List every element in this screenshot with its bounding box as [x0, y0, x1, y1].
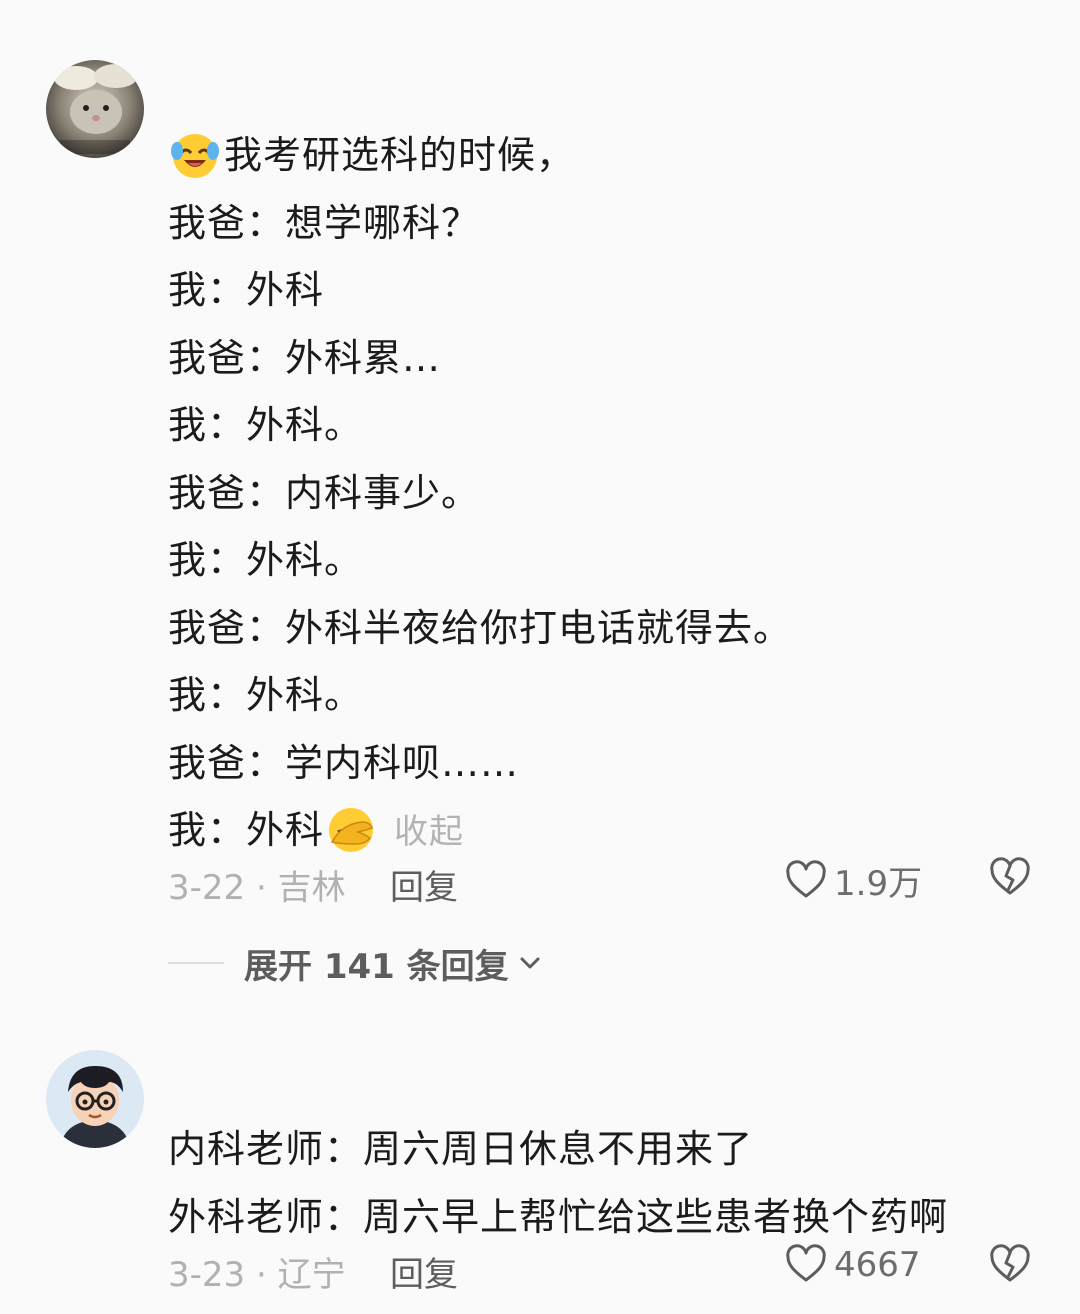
- comment-line: 我：外科。: [168, 527, 1040, 595]
- reply-button[interactable]: 回复: [390, 1247, 458, 1296]
- comment-line: 内科老师：周六周日休息不用来了: [168, 1116, 1040, 1184]
- line-text: 外科老师：周六早上帮忙给这些患者换个药啊: [168, 1194, 949, 1239]
- comment-line: 我考研选科的时候，: [168, 122, 1040, 190]
- comment-line: 我：外科 收起: [168, 797, 1040, 865]
- chevron-down-icon: [517, 950, 543, 976]
- like-count: 1.9万: [834, 864, 923, 904]
- line-text: 我：外科。: [168, 538, 364, 582]
- facepalm-emoji-icon: [324, 802, 378, 856]
- avatar[interactable]: [46, 60, 144, 158]
- reply-button[interactable]: 回复: [390, 860, 458, 909]
- like-button[interactable]: 1.9万: [784, 856, 922, 905]
- comment-body: 内科老师：周六周日休息不用来了 外科老师：周六早上帮忙给这些患者换个药啊: [168, 1116, 1040, 1251]
- date-location: 3-22 · 吉林: [168, 868, 346, 908]
- comment-meta: 3-23 · 辽宁 回复 4667: [168, 1244, 1040, 1297]
- avatar-hamster-image: [46, 60, 144, 158]
- expand-replies-button[interactable]: 展开 141 条回复: [168, 938, 543, 988]
- broken-heart-icon: [990, 857, 1030, 895]
- avatar[interactable]: [46, 1050, 144, 1148]
- comment-line: 我爸：想学哪科？: [168, 190, 1040, 258]
- comment-line: 外科老师：周六早上帮忙给这些患者换个药啊: [168, 1184, 1040, 1252]
- comment-line: 我：外科。: [168, 662, 1040, 730]
- dislike-button[interactable]: [988, 1243, 1032, 1296]
- expand-replies-label: 展开 141 条回复: [244, 946, 509, 987]
- line-text: 内科老师：周六周日休息不用来了: [168, 1127, 754, 1171]
- line-text: 我爸：学内科呗……: [168, 740, 520, 785]
- laughing-crying-emoji-icon: [168, 127, 222, 181]
- divider: [168, 962, 224, 964]
- heart-outline-icon: [786, 859, 826, 897]
- date-location: 3-23 · 辽宁: [168, 1255, 346, 1295]
- line-text: 我爸：想学哪科？: [168, 200, 481, 245]
- line-text: 我：外科。: [168, 673, 364, 717]
- line-text: 我：外科: [168, 808, 325, 852]
- line-text: 我爸：外科半夜给你打电话就得去。: [168, 605, 793, 650]
- comment-line: 我爸：学内科呗……: [168, 730, 1040, 798]
- like-button[interactable]: 4667: [784, 1243, 921, 1287]
- comment-meta: 3-22 · 吉林 回复 1.9万: [168, 857, 1040, 910]
- line-text: 我爸：外科累…: [168, 335, 442, 380]
- like-count: 4667: [834, 1245, 921, 1285]
- comment-line: 我爸：外科半夜给你打电话就得去。: [168, 595, 1040, 663]
- line-text: 我：外科。: [168, 403, 364, 447]
- dislike-button[interactable]: [988, 856, 1032, 909]
- line-text: 我爸：内科事少。: [168, 470, 481, 515]
- avatar-cartoon-boy-image: [46, 1050, 144, 1148]
- collapse-button[interactable]: 收起: [394, 812, 464, 852]
- line-text: 我：外科: [168, 268, 325, 312]
- line-text: 我考研选科的时候，: [224, 133, 576, 177]
- broken-heart-icon: [990, 1244, 1030, 1282]
- heart-outline-icon: [786, 1244, 826, 1282]
- comment-body: 我考研选科的时候， 我爸：想学哪科？ 我：外科 我爸：外科累… 我：外科。 我爸…: [168, 122, 1040, 865]
- comment-line: 我：外科: [168, 257, 1040, 325]
- comment-line: 我：外科。: [168, 392, 1040, 460]
- comment-line: 我爸：内科事少。: [168, 460, 1040, 528]
- comment-line: 我爸：外科累…: [168, 325, 1040, 393]
